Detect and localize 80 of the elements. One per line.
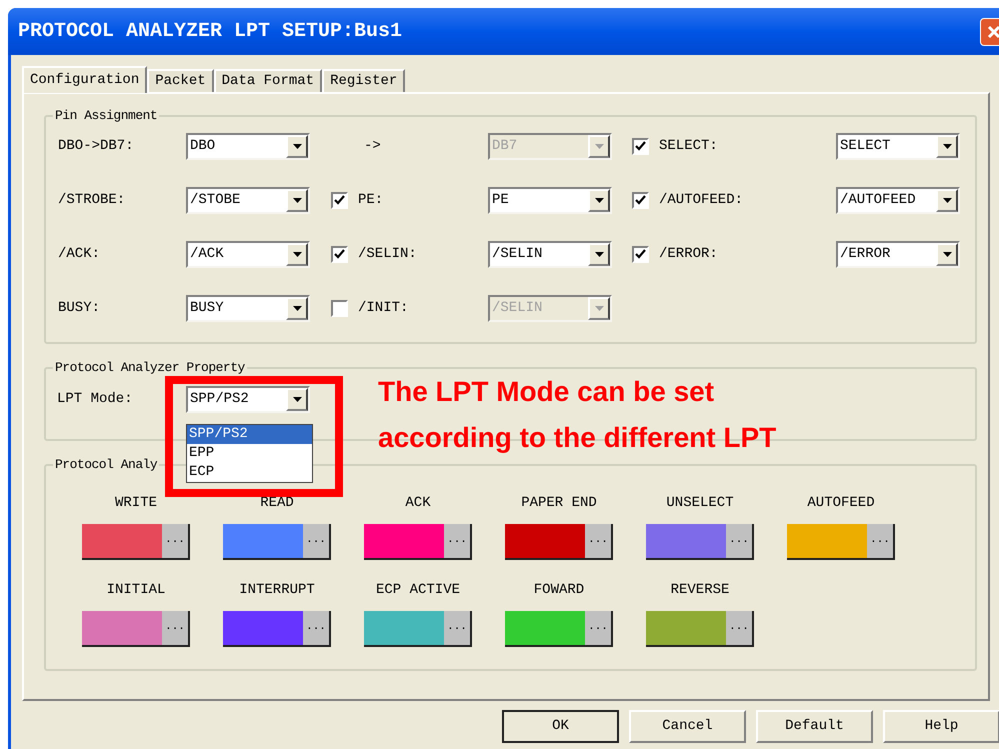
color-picker-button[interactable]: ... xyxy=(162,610,188,644)
checkbox-label: /SELIN: xyxy=(358,244,417,264)
tab[interactable]: Data Format xyxy=(214,69,322,92)
dropdown-field[interactable]: SPP/PS2 xyxy=(186,386,310,412)
dropdown-field[interactable]: /AUTOFEED xyxy=(836,186,960,214)
dropdown-option[interactable]: SPP/PS2 xyxy=(187,425,312,444)
caret-icon xyxy=(292,198,302,202)
caret-icon xyxy=(942,198,952,202)
tab[interactable]: Packet xyxy=(147,69,214,92)
caret-icon xyxy=(942,144,952,148)
dropdown-option[interactable]: ECP xyxy=(187,463,312,482)
caret-icon xyxy=(594,306,604,310)
color-picker-button[interactable]: ... xyxy=(444,524,470,558)
checkbox-label: /INIT: xyxy=(358,298,408,318)
checkbox-label: /AUTOFEED: xyxy=(659,190,744,210)
caret-icon xyxy=(942,252,952,256)
color-label: INITIAL xyxy=(106,580,166,600)
color-picker-button[interactable]: ... xyxy=(585,610,611,644)
checkbox[interactable] xyxy=(331,300,348,316)
caret-icon xyxy=(594,252,604,256)
dialog-button[interactable]: Help xyxy=(883,710,999,743)
checkbox-label: SELECT: xyxy=(659,136,718,156)
caret-icon xyxy=(292,252,302,256)
tab[interactable]: Register xyxy=(322,69,406,92)
checkbox[interactable] xyxy=(632,138,649,154)
color-picker-button[interactable]: ... xyxy=(585,524,611,558)
color-label: AUTOFEED xyxy=(807,494,875,512)
color-picker-button[interactable]: ... xyxy=(726,524,752,558)
annotation-text: The LPT Mode can be set xyxy=(378,375,716,409)
dialog-button[interactable]: Default xyxy=(756,710,873,743)
color-label: UNSELECT xyxy=(666,494,734,512)
tab[interactable]: Configuration xyxy=(22,66,148,93)
field-label: DBO->DB7: xyxy=(58,136,135,156)
color-label: ACK xyxy=(405,494,431,512)
checkbox[interactable] xyxy=(331,246,348,262)
color-picker-button[interactable]: ... xyxy=(303,610,329,644)
dropdown-field[interactable]: /SELIN xyxy=(488,240,612,268)
dropdown-option[interactable]: EPP xyxy=(187,444,312,463)
dropdown-field[interactable]: SELECT xyxy=(836,132,960,160)
color-label: FOWARD xyxy=(534,580,584,600)
dropdown-field[interactable]: /ERROR xyxy=(836,240,960,268)
color-picker-button[interactable]: ... xyxy=(726,610,752,644)
field-label: BUSY: xyxy=(58,298,102,318)
checkbox[interactable] xyxy=(632,246,649,262)
caret-icon xyxy=(594,144,604,148)
dropdown-field[interactable]: BUSY xyxy=(186,294,310,322)
caret-icon xyxy=(292,396,302,402)
checkbox[interactable] xyxy=(331,192,348,208)
color-picker-button[interactable]: ... xyxy=(444,610,470,644)
close-icon xyxy=(987,24,999,38)
checkbox[interactable] xyxy=(632,192,649,208)
checkbox-label: PE: xyxy=(358,190,384,210)
dropdown-field[interactable]: /ACK xyxy=(186,240,310,268)
caret-icon xyxy=(292,306,302,310)
dialog-button[interactable]: OK xyxy=(502,710,619,743)
dropdown-field[interactable]: DBO xyxy=(186,132,310,160)
color-label: ECP ACTIVE xyxy=(376,580,460,600)
color-label: REVERSE xyxy=(670,580,730,600)
dialog-button[interactable]: Cancel xyxy=(629,710,746,743)
color-label: PAPER END xyxy=(521,494,597,512)
group-title: Protocol Analyzer Property xyxy=(54,359,246,377)
caret-icon xyxy=(594,198,604,202)
annotation-text: according to the different LPT xyxy=(378,421,776,455)
color-picker-button[interactable]: ... xyxy=(303,524,329,558)
group-title: Pin Assignment xyxy=(54,107,158,125)
color-label: INTERRUPT xyxy=(239,580,315,600)
field-label: /ACK: xyxy=(58,244,102,264)
window-title: PROTOCOL ANALYZER LPT SETUP:Bus1 xyxy=(18,18,402,44)
group-title: Protocol Analy xyxy=(54,456,158,474)
dropdown-field[interactable]: PE xyxy=(488,186,612,214)
field-label: LPT Mode: xyxy=(57,390,134,408)
checkbox-label: /ERROR: xyxy=(659,244,718,264)
color-label: READ xyxy=(260,494,294,512)
color-picker-button[interactable]: ... xyxy=(162,524,188,558)
arrow-text: -> xyxy=(363,136,382,156)
dropdown-field[interactable]: /STOBE xyxy=(186,186,310,214)
color-label: WRITE xyxy=(114,494,157,512)
field-label: /STROBE: xyxy=(58,190,126,210)
color-picker-button[interactable]: ... xyxy=(867,524,893,558)
caret-icon xyxy=(292,144,302,148)
